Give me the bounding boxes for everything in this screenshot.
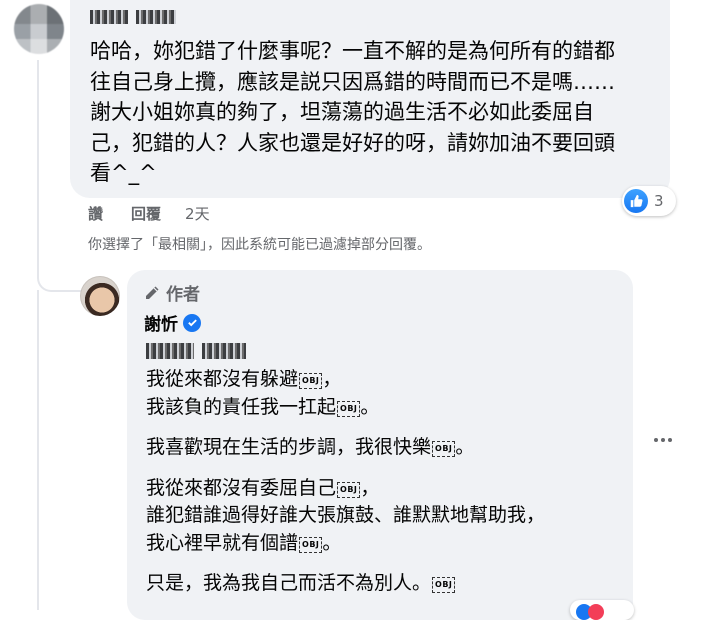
commenter-name-blurred[interactable] (90, 10, 128, 24)
reply-line-punctuation: ， (360, 476, 380, 499)
reaction-count: 3 (654, 192, 664, 210)
emoji-placeholder-icon: OBJ (299, 373, 323, 389)
dot-icon (654, 438, 658, 442)
reply-line-text: 我喜歡現在生活的步調，我很快樂 (146, 436, 432, 458)
comment-line: 往自己身上攬，應該是説只因爲錯的時間而已不是嗎…… (90, 69, 615, 94)
more-options-button[interactable] (654, 438, 672, 442)
reply-line-text: 誰犯錯誰過得好誰大張旗鼓、誰默默地幫助我， (146, 504, 546, 526)
reply-line: 我心裡早就有個譜 OBJ。 (146, 530, 545, 558)
commenter-name-blurred-2[interactable] (136, 10, 176, 24)
reply-line: 只是，我為我自己而活不為別人。 OBJ (146, 570, 545, 598)
emoji-placeholder-icon: OBJ (432, 577, 456, 593)
reply-reactions[interactable] (570, 600, 634, 620)
reply-line-text: 我從來都沒有躲避 (146, 368, 299, 390)
love-reaction-icon (588, 604, 604, 620)
reply-line-punctuation: 。 (455, 436, 475, 458)
tagged-name-blurred[interactable] (146, 343, 194, 359)
dot-icon (668, 438, 672, 442)
thumbs-up-icon (624, 189, 648, 213)
reply-line: 我喜歡現在生活的步調，我很快樂 OBJ。 (146, 434, 545, 462)
comment-actions: 讚 回覆 2天 (88, 203, 210, 224)
author-name[interactable]: 謝忻 (144, 310, 178, 335)
author-avatar[interactable] (80, 276, 120, 316)
reaction-summary[interactable]: 3 (622, 186, 676, 216)
verified-badge-icon (183, 313, 201, 332)
emoji-placeholder-icon: OBJ (299, 536, 323, 553)
author-badge: 作者 (144, 280, 200, 305)
tagged-name-blurred-2[interactable] (202, 343, 246, 359)
reply-line: 我從來都沒有委屈自己 OBJ， (146, 475, 545, 503)
author-name-row: 謝忻 (144, 310, 201, 335)
thread-connector (37, 60, 81, 292)
reply-line: 我從來都沒有躲避 OBJ， (146, 366, 545, 394)
comment-text: 哈哈，妳犯錯了什麼事呢？一直不解的是為何所有的錯都 往自己身上攬，應該是説只因爲… (90, 36, 670, 189)
comment-line: 看^_^ (90, 161, 157, 185)
dot-icon (661, 438, 665, 442)
emoji-placeholder-icon: OBJ (432, 441, 456, 457)
pencil-icon (146, 286, 159, 299)
thread-connector-vertical (37, 290, 39, 610)
reply-line-text: 我從來都沒有委屈自己 (146, 476, 337, 499)
comment-line: 己，犯錯的人？人家也還是好好的呀，請妳加油不要回頭 (90, 130, 615, 155)
emoji-placeholder-icon: OBJ (337, 400, 361, 417)
reply-line-punctuation: ， (322, 368, 342, 390)
reply-text: 我從來都沒有躲避 OBJ，我該負的責任我一扛起 OBJ。我喜歡現在生活的步調，我很快… (146, 366, 545, 598)
reply-line-text: 只是，我為我自己而活不為別人。 (146, 572, 432, 594)
reply-line-punctuation: 。 (322, 531, 342, 554)
comment-line: 謝大小姐妳真的夠了，坦蕩蕩的過生活不必如此委屈自 (90, 100, 594, 124)
reply-line-text: 我心裡早就有個譜 (146, 531, 299, 554)
reply-line: 誰犯錯誰過得好誰大張旗鼓、誰默默地幫助我， (146, 502, 545, 530)
reply-line-punctuation: 。 (360, 395, 380, 418)
reply-line: 我該負的責任我一扛起 OBJ。 (146, 394, 545, 422)
author-badge-label: 作者 (166, 285, 200, 305)
comment-line: 哈哈，妳犯錯了什麼事呢？一直不解的是為何所有的錯都 (90, 39, 615, 63)
commenter-avatar[interactable] (14, 4, 64, 54)
emoji-placeholder-icon: OBJ (337, 481, 361, 498)
filter-notice: 你選擇了「最相關」，因此系統可能已過濾掉部分回覆。 (88, 237, 431, 253)
reply-button[interactable]: 回覆 (131, 203, 161, 224)
reply-line-text: 我該負的責任我一扛起 (146, 395, 337, 418)
comment-timestamp[interactable]: 2天 (185, 203, 210, 224)
like-button[interactable]: 讚 (88, 203, 103, 224)
